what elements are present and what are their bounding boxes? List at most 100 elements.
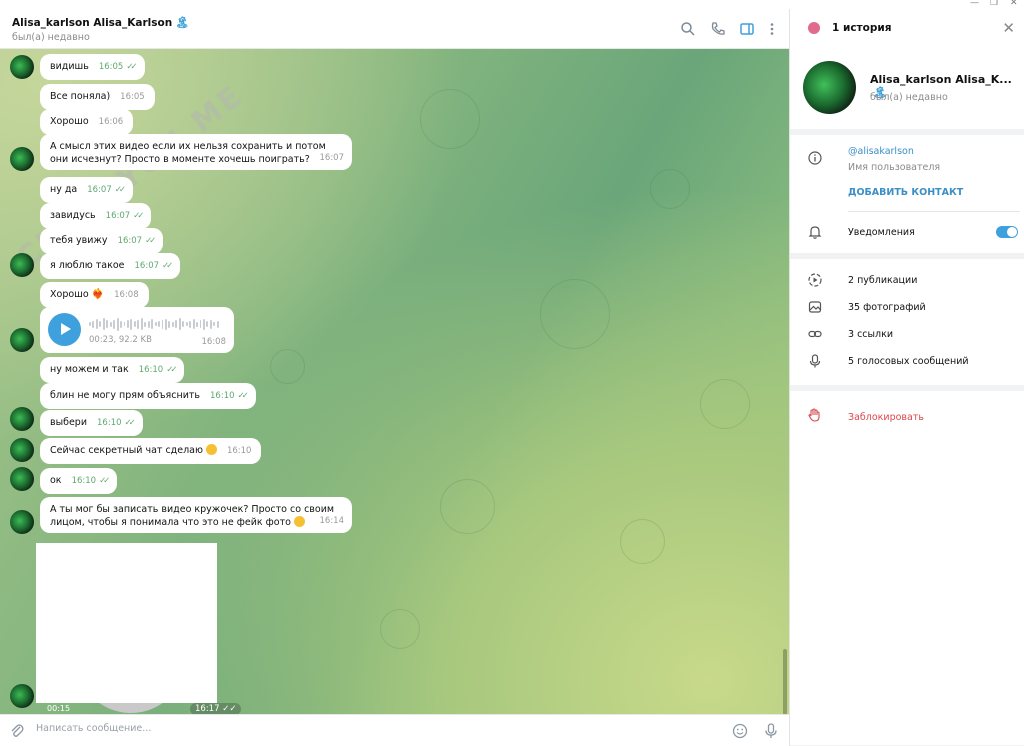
waveform-bar [113,319,116,329]
smirk-emoji [293,516,305,527]
media-row-links[interactable]: 3 ссылки [790,321,1024,348]
waveform-bar [206,321,209,327]
palm-icon: 🏝 [175,16,190,29]
bell-icon [808,225,822,243]
read-check-icon: ✓✓ [162,261,173,271]
wallpaper-doodle [700,379,750,429]
message-bubble[interactable]: Хорошо 16:06 [40,109,134,135]
waveform-bar [123,322,126,326]
message-bubble[interactable]: завидусь 16:07 ✓✓ [40,203,152,229]
video-duration: 00:15 [47,704,71,713]
avatar[interactable] [10,147,34,171]
voice-waveform[interactable] [89,317,219,331]
message-bubble[interactable]: А ты мог бы записать видео кружочек? Про… [40,497,352,533]
message-bubble[interactable]: Все поняла) 16:05 [40,84,155,110]
maximize-icon[interactable]: ❐ [990,0,998,8]
media-row-photos[interactable]: 35 фотографий [790,294,1024,321]
minimize-icon[interactable]: — [970,0,979,8]
message-bubble[interactable]: А смысл этих видео если их нельзя сохран… [40,134,352,170]
add-contact-button[interactable]: ДОБАВИТЬ КОНТАКТ [848,187,963,198]
waveform-bar [202,318,205,330]
block-hand-icon [808,408,820,426]
message-bubble[interactable]: тебя увижу 16:07 ✓✓ [40,228,164,254]
waveform-bar [144,321,147,327]
message-bubble[interactable]: ну да 16:07 ✓✓ [40,177,133,203]
link-icon [808,327,822,345]
avatar[interactable] [10,438,34,462]
microphone-icon[interactable] [764,723,778,743]
media-row-publications[interactable]: 2 публикации [790,267,1024,294]
message-bubble[interactable]: Хорошо ❤️‍🔥 16:08 [40,282,149,308]
info-icon [808,151,822,169]
message-bubble[interactable]: я люблю такое 16:07 ✓✓ [40,253,181,279]
sidebar-toggle-icon[interactable] [739,21,755,37]
voice-duration-size: 00:23, 92.2 KB [89,335,152,345]
avatar[interactable] [10,328,34,352]
read-check-icon: ✓✓ [99,476,110,486]
waveform-bar [106,320,109,328]
waveform-bar [120,320,123,328]
chat-status: был(а) недавно [12,32,90,43]
window-titlebar: — ❐ ✕ [0,0,1024,9]
waveform-bar [199,320,202,328]
waveform-bar [126,320,129,328]
notifications-toggle[interactable] [996,226,1018,238]
phone-icon[interactable] [710,21,726,37]
wallpaper-doodle [270,349,305,384]
media-row-voice[interactable]: 5 голосовых сообщений [790,348,1024,375]
close-icon[interactable]: ✕ [1002,19,1015,37]
divider [848,211,1020,212]
chat-title[interactable]: Alisa_karlson Alisa_Karlson 🏝 [12,16,189,29]
username-caption: Имя пользователя [848,162,941,173]
message-composer [0,714,789,746]
more-options-icon[interactable] [764,21,780,37]
message-bubble[interactable]: видишь 16:05 ✓✓ [40,54,145,80]
message-bubble[interactable]: Сейчас секретный чат сделаю 16:10 [40,438,262,464]
profile-info: @alisakarlson Имя пользователя ДОБАВИТЬ … [790,135,1024,253]
attach-icon[interactable] [10,723,24,743]
heart-on-fire-emoji: ❤️‍🔥 [91,289,105,300]
voice-message[interactable]: 00:23, 92.2 KB 16:08 [40,307,234,353]
avatar[interactable] [10,407,34,431]
stories-count[interactable]: 1 история [832,22,891,34]
wallpaper-doodle [440,479,495,534]
profile-avatar[interactable] [803,61,856,114]
avatar[interactable] [10,253,34,277]
waveform-bar [130,318,133,330]
profile-status: был(а) недавно [870,92,948,103]
avatar[interactable] [10,55,34,79]
search-icon[interactable] [680,21,696,37]
message-input[interactable] [36,723,696,734]
avatar[interactable] [10,510,34,534]
video-note[interactable] [36,543,217,703]
wallpaper-doodle [380,609,420,649]
message-bubble[interactable]: ок 16:10 ✓✓ [40,468,118,494]
read-check-icon: ✓✓ [133,211,144,221]
username-link[interactable]: @alisakarlson [848,146,914,157]
message-bubble[interactable]: блин не могу прям объяснить 16:10 ✓✓ [40,383,256,409]
waveform-bar [99,321,102,327]
story-icon[interactable] [808,22,820,34]
waveform-bar [109,321,112,327]
play-button[interactable] [48,313,81,346]
message-bubble[interactable]: ну можем и так 16:10 ✓✓ [40,357,185,383]
stories-icon [808,273,822,291]
sweat-smile-emoji [205,444,217,455]
chat-scrollbar[interactable] [783,649,787,714]
waveform-bar [158,321,161,327]
waveform-bar [171,321,174,327]
waveform-bar [192,319,195,329]
block-button[interactable]: Заблокировать [848,412,924,423]
waveform-bar [209,319,212,329]
waveform-bar [147,320,150,328]
stories-header: 1 история ✕ [790,9,1024,47]
read-check-icon: ✓✓ [124,418,136,428]
wallpaper-doodle [620,519,665,564]
message-bubble[interactable]: выбери 16:10 ✓✓ [40,410,143,436]
emoji-icon[interactable] [732,723,748,743]
close-window-icon[interactable]: ✕ [1010,0,1018,8]
avatar[interactable] [10,467,34,491]
waveform-bar [175,320,178,328]
waveform-bar [92,320,95,328]
avatar[interactable] [10,684,34,708]
